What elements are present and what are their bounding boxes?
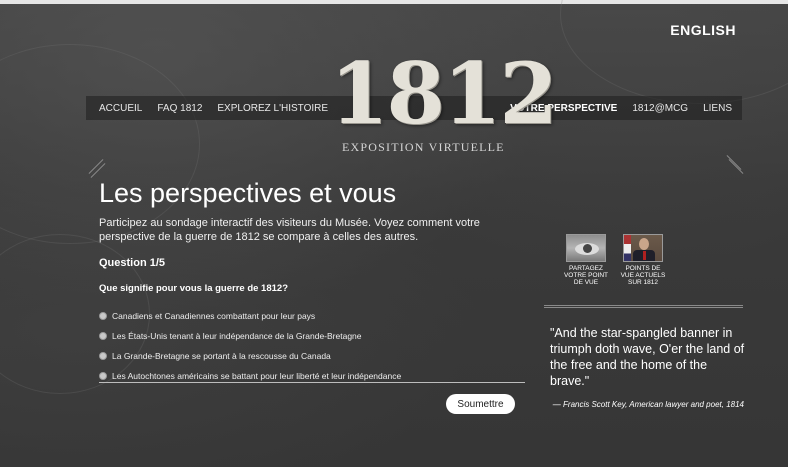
answer-option[interactable]: Les Autochtones américains se battant po… — [99, 366, 529, 386]
options-divider — [99, 382, 525, 383]
logo-subtitle: EXPOSITION VIRTUELLE — [342, 140, 505, 154]
answer-option-label: Les États-Unis tenant à leur indépendanc… — [112, 331, 362, 341]
current-views-link[interactable]: POINTS DE VUE ACTUELS SUR 1812 — [620, 234, 666, 286]
historical-quote: "And the star-spangled banner in triumph… — [550, 326, 745, 388]
radio-button[interactable] — [99, 332, 107, 340]
radio-button[interactable] — [99, 372, 107, 380]
share-view-label: PARTAGEZ VOTRE POINT DE VUE — [563, 265, 609, 286]
submit-button[interactable]: Soumettre — [446, 394, 515, 414]
language-toggle-english[interactable]: ENGLISH — [670, 22, 736, 38]
eye-icon — [566, 234, 606, 262]
intro-text: Participez au sondage interactif des vis… — [99, 217, 480, 243]
nav-item-faq[interactable]: FAQ 1812 — [157, 103, 202, 114]
question-text: Que signifie pour vous la guerre de 1812… — [99, 283, 288, 294]
site-logo[interactable]: 1812 — [330, 52, 558, 136]
nav-left-group: ACCUEIL FAQ 1812 EXPLOREZ L'HISTOIRE — [99, 96, 343, 120]
answer-option-label: Canadiens et Canadiennes combattant pour… — [112, 311, 316, 321]
page-title: Les perspectives et vous — [99, 178, 397, 208]
nav-item-mcg[interactable]: 1812@MCG — [632, 103, 688, 114]
nav-item-explorez[interactable]: EXPLOREZ L'HISTOIRE — [217, 103, 328, 114]
portrait-icon — [623, 234, 663, 262]
quote-attribution: — Francis Scott Key, American lawyer and… — [552, 400, 744, 409]
answer-option[interactable]: Les États-Unis tenant à leur indépendanc… — [99, 326, 529, 346]
answer-options: Canadiens et Canadiennes combattant pour… — [99, 306, 529, 386]
answer-option-label: La Grande-Bretagne se portant à la resco… — [112, 351, 331, 361]
sidebar-divider — [544, 305, 743, 308]
question-number: Question 1/5 — [99, 257, 166, 269]
answer-option-label: Les Autochtones américains se battant po… — [112, 371, 402, 381]
answer-option[interactable]: La Grande-Bretagne se portant à la resco… — [99, 346, 529, 366]
share-view-link[interactable]: PARTAGEZ VOTRE POINT DE VUE — [563, 234, 609, 286]
radio-button[interactable] — [99, 312, 107, 320]
nav-item-accueil[interactable]: ACCUEIL — [99, 103, 142, 114]
nav-item-liens[interactable]: LIENS — [703, 103, 732, 114]
radio-button[interactable] — [99, 352, 107, 360]
answer-option[interactable]: Canadiens et Canadiennes combattant pour… — [99, 306, 529, 326]
current-views-label: POINTS DE VUE ACTUELS SUR 1812 — [620, 265, 666, 286]
